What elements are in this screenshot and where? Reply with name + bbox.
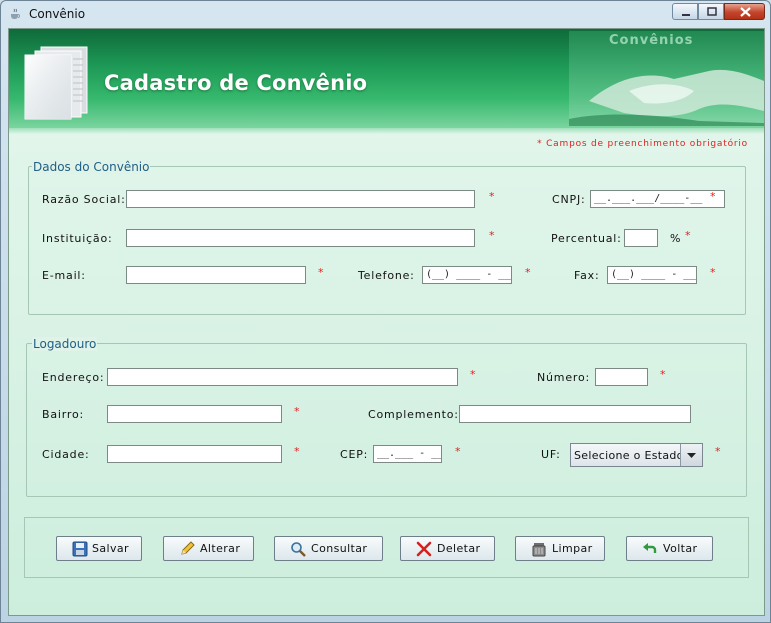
fax-label: Fax: — [574, 269, 600, 282]
close-button[interactable] — [724, 3, 765, 20]
email-input[interactable] — [126, 266, 306, 284]
logradouro-legend: Logadouro — [32, 337, 98, 351]
required-marker: * — [489, 229, 495, 242]
percentual-input[interactable] — [624, 229, 658, 247]
chevron-down-icon — [687, 453, 696, 458]
required-marker: * — [318, 266, 324, 279]
maximize-icon — [707, 7, 717, 16]
deletar-button[interactable]: Deletar — [400, 536, 495, 561]
email-label: E-mail: — [42, 269, 86, 282]
bairro-label: Bairro: — [42, 408, 84, 421]
endereco-label: Endereço: — [42, 371, 105, 384]
java-cup-icon — [11, 8, 20, 19]
window-title: Convênio — [29, 7, 86, 21]
pencil-icon — [181, 541, 195, 555]
header-banner: Cadastro de Convênio Convênios — [9, 29, 764, 128]
numero-input[interactable] — [595, 368, 648, 386]
consultar-button-label: Consultar — [311, 542, 368, 555]
required-marker: * — [294, 445, 300, 458]
deletar-button-label: Deletar — [437, 542, 481, 555]
action-buttons-panel: Salvar Alterar Consultar Deletar Limpar … — [24, 517, 749, 578]
window: Convênio Cadastro de Convênio Convênios … — [0, 0, 771, 623]
limpar-button-label: Limpar — [552, 542, 593, 555]
required-marker: * — [660, 368, 666, 381]
minimize-button[interactable] — [672, 3, 698, 20]
trash-icon — [532, 543, 546, 557]
close-icon — [740, 7, 751, 17]
bairro-input[interactable] — [107, 405, 282, 423]
fax-input[interactable]: (__) ____ - ____ — [607, 266, 697, 284]
save-icon — [72, 541, 88, 557]
instituicao-input[interactable] — [126, 229, 475, 247]
document-icon — [24, 46, 88, 120]
percentual-label: Percentual: — [551, 232, 622, 245]
voltar-button[interactable]: Voltar — [626, 536, 713, 561]
dados-convenio-legend: Dados do Convênio — [32, 160, 151, 174]
required-marker: * — [455, 445, 461, 458]
banner-divider — [9, 128, 764, 134]
uf-label: UF: — [541, 448, 561, 461]
numero-label: Número: — [537, 371, 590, 384]
razao-social-label: Razão Social: — [42, 193, 126, 206]
minimize-icon — [682, 14, 690, 16]
voltar-button-label: Voltar — [663, 542, 698, 555]
razao-social-input[interactable] — [126, 190, 475, 208]
cnpj-input[interactable]: __.___.___/____-__ — [590, 190, 725, 208]
required-marker: * — [710, 190, 716, 203]
title-bar: Convênio — [1, 1, 770, 28]
uf-select[interactable]: Selecione o Estado — [570, 443, 703, 467]
required-marker: * — [525, 266, 531, 279]
cnpj-label: CNPJ: — [552, 193, 586, 206]
back-arrow-icon — [643, 543, 657, 553]
page-title: Cadastro de Convênio — [104, 71, 368, 95]
banner-watermark-text: Convênios — [609, 33, 694, 48]
alterar-button-label: Alterar — [200, 542, 241, 555]
maximize-button[interactable] — [698, 3, 724, 20]
delete-icon — [416, 541, 432, 557]
required-marker: * — [489, 190, 495, 203]
required-marker: * — [685, 229, 691, 242]
form-panel: Cadastro de Convênio Convênios * Campos … — [8, 28, 765, 616]
complemento-input[interactable] — [459, 405, 691, 423]
cidade-label: Cidade: — [42, 448, 90, 461]
endereco-input[interactable] — [107, 368, 458, 386]
required-marker: * — [710, 266, 716, 279]
cep-label: CEP: — [340, 448, 369, 461]
required-marker: * — [715, 445, 721, 458]
telefone-input[interactable]: (__) ____ - ____ — [422, 266, 512, 284]
required-marker: * — [470, 368, 476, 381]
uf-selected-value: Selecione o Estado — [574, 449, 684, 462]
cidade-input[interactable] — [107, 445, 282, 463]
search-icon — [291, 542, 306, 557]
save-button[interactable]: Salvar — [56, 536, 142, 561]
save-button-label: Salvar — [92, 542, 129, 555]
required-marker: * — [294, 405, 300, 418]
consultar-button[interactable]: Consultar — [274, 536, 383, 561]
instituicao-label: Instituição: — [42, 232, 113, 245]
cep-input[interactable]: __.___ - ___ — [373, 445, 442, 463]
telefone-label: Telefone: — [358, 269, 415, 282]
uf-dropdown-button[interactable] — [680, 444, 702, 466]
alterar-button[interactable]: Alterar — [163, 536, 254, 561]
complemento-label: Complemento: — [368, 408, 459, 421]
limpar-button[interactable]: Limpar — [515, 536, 605, 561]
percent-unit: % — [670, 232, 681, 245]
required-fields-note: * Campos de preenchimento obrigatório — [537, 139, 748, 149]
